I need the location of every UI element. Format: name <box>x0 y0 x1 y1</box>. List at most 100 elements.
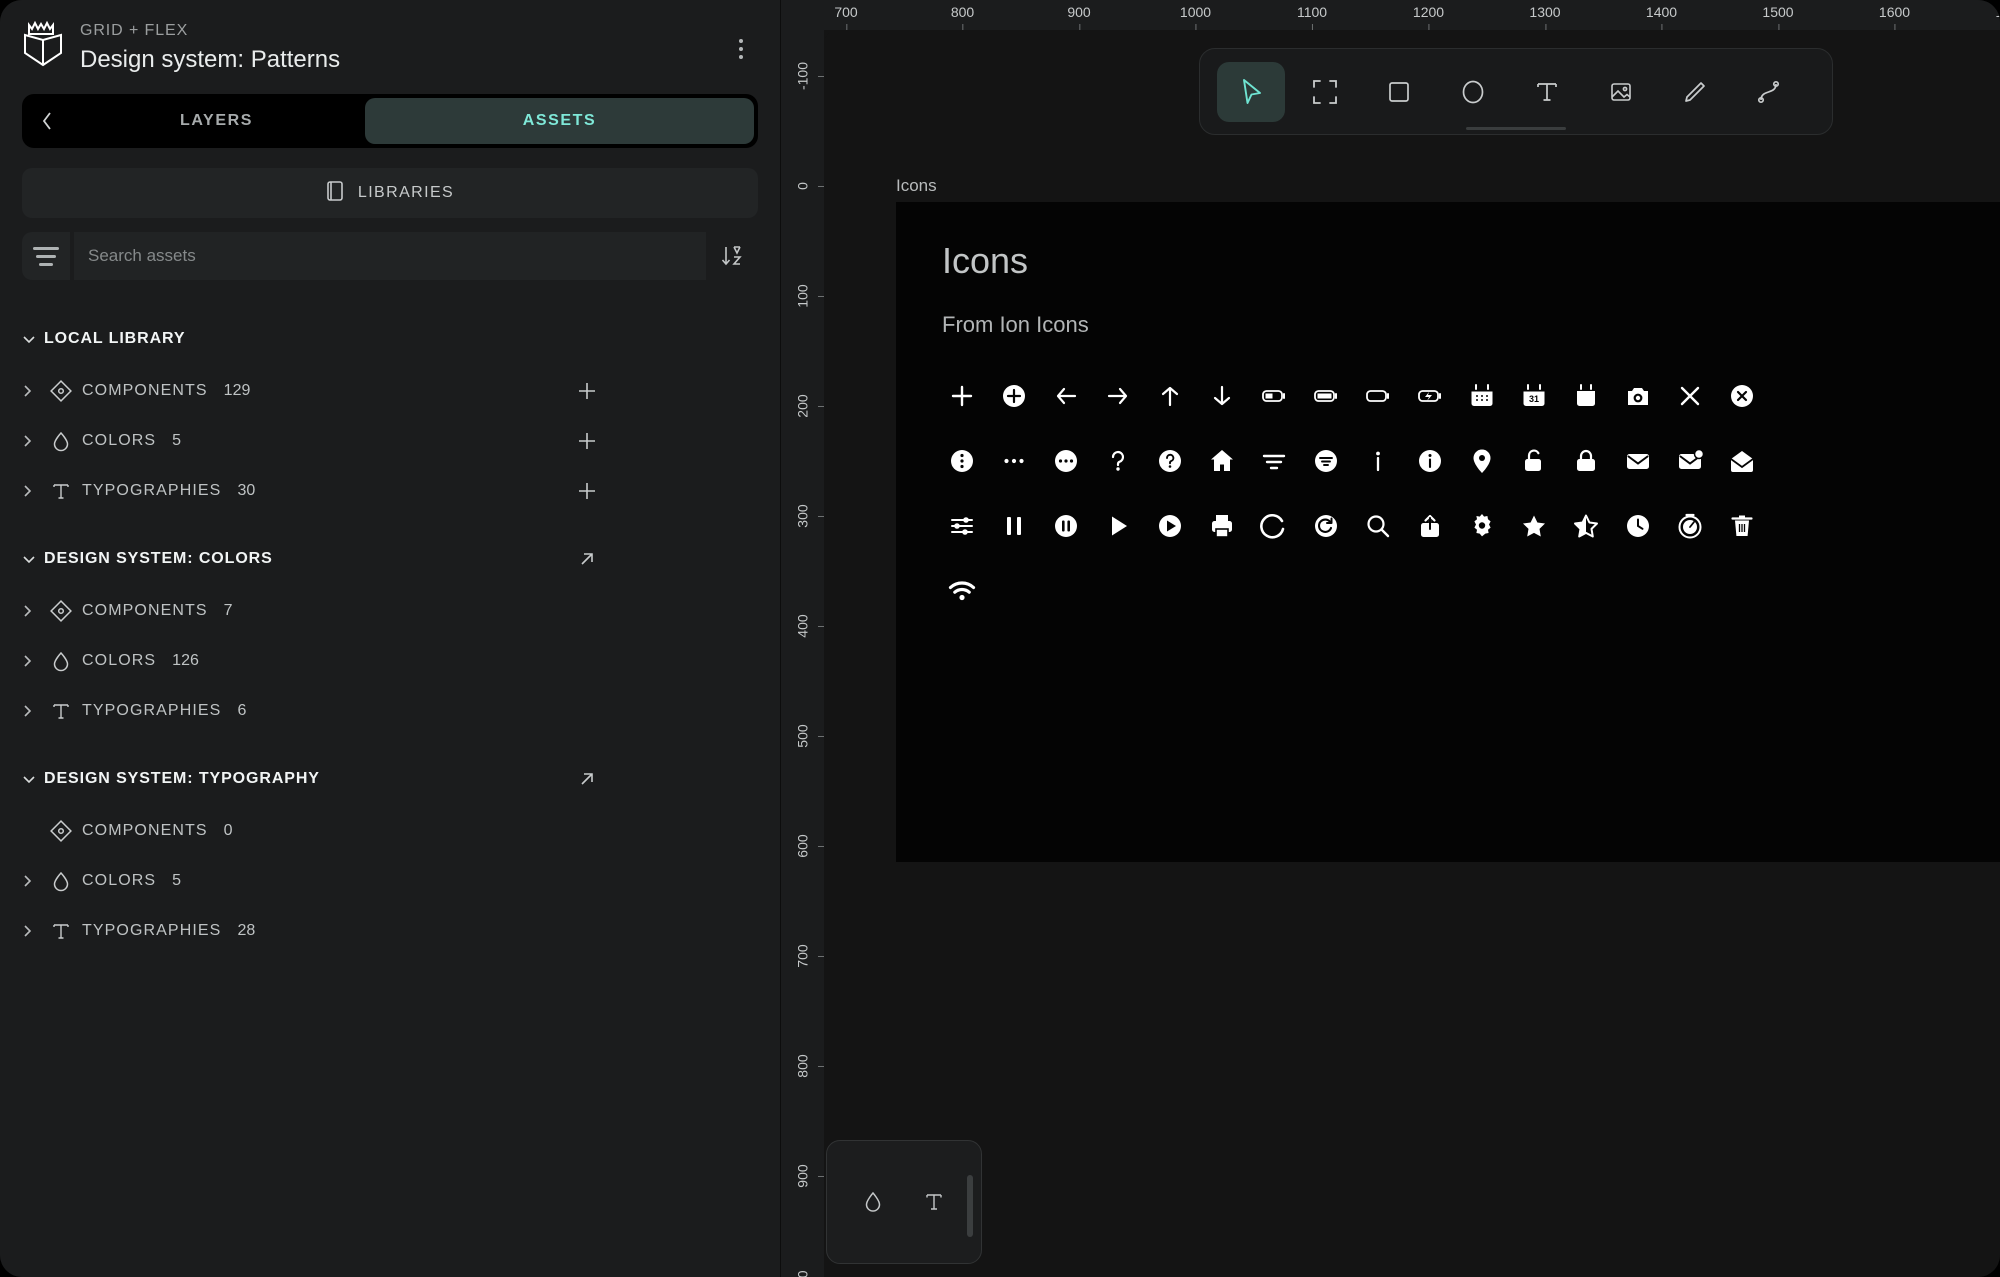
options-sliders-icon[interactable] <box>936 500 988 552</box>
chevron-right-icon[interactable] <box>22 384 44 398</box>
lock-open-icon[interactable] <box>1508 435 1560 487</box>
select-pointer-tool[interactable] <box>1217 61 1285 122</box>
search-input[interactable] <box>88 246 692 266</box>
arrow-up-icon[interactable] <box>1144 370 1196 422</box>
chevron-right-icon[interactable] <box>22 874 44 888</box>
group-header[interactable]: DESIGN SYSTEM: TYPOGRAPHY <box>0 762 780 796</box>
plus-icon[interactable] <box>572 476 602 506</box>
help-icon[interactable] <box>1092 435 1144 487</box>
ellipsis-horizontal-circle-icon[interactable] <box>1040 435 1092 487</box>
group-header[interactable]: DESIGN SYSTEM: COLORS <box>0 542 780 576</box>
search-box[interactable] <box>74 232 706 280</box>
tab-assets[interactable]: ASSETS <box>365 98 754 144</box>
rectangle-tool[interactable] <box>1365 62 1433 122</box>
close-circle-icon[interactable] <box>1716 370 1768 422</box>
chevron-right-icon[interactable] <box>22 484 44 498</box>
settings-gear-icon[interactable] <box>1456 500 1508 552</box>
close-icon[interactable] <box>1664 370 1716 422</box>
ellipse-tool[interactable] <box>1439 62 1507 122</box>
chevron-right-icon[interactable] <box>22 434 44 448</box>
design-canvas[interactable]: Icons Icons From Ion Icons 31 <box>824 30 2000 1277</box>
chevron-right-icon[interactable] <box>22 704 44 718</box>
horizontal-ruler[interactable]: 700 800 900 1000 1100 1200 1300 1400 1500 1600 170… <box>781 0 2000 30</box>
image-tool[interactable] <box>1587 62 1655 122</box>
home-icon[interactable] <box>1196 435 1248 487</box>
camera-icon[interactable] <box>1612 370 1664 422</box>
add-icon[interactable] <box>936 370 988 422</box>
mail-icon[interactable] <box>1612 435 1664 487</box>
share-icon[interactable] <box>1404 500 1456 552</box>
frame-name-label[interactable]: Icons <box>896 176 937 196</box>
toolbar-drag-handle[interactable] <box>1466 127 1566 130</box>
lock-closed-icon[interactable] <box>1560 435 1612 487</box>
location-icon[interactable] <box>1456 435 1508 487</box>
chevron-right-icon[interactable] <box>22 924 44 938</box>
trash-icon[interactable] <box>1716 500 1768 552</box>
frame-tool[interactable] <box>1291 62 1359 122</box>
battery-half-icon[interactable] <box>1248 370 1300 422</box>
star-icon[interactable] <box>1508 500 1560 552</box>
droplet-icon[interactable] <box>862 1190 884 1214</box>
chevron-left-icon[interactable] <box>26 98 68 144</box>
text-tool[interactable] <box>1513 62 1581 122</box>
pause-circle-icon[interactable] <box>1040 500 1092 552</box>
filter-lines-icon[interactable] <box>22 232 70 280</box>
list-item[interactable]: COLORS 126 <box>0 636 780 686</box>
plus-icon[interactable] <box>572 426 602 456</box>
arrow-back-icon[interactable] <box>1040 370 1092 422</box>
chevron-down-icon[interactable] <box>22 554 44 564</box>
mail-open-icon[interactable] <box>1716 435 1768 487</box>
artboard-frame[interactable]: Icons From Ion Icons 31 <box>896 202 2000 862</box>
floating-assets-mini-panel[interactable] <box>826 1140 982 1264</box>
play-icon[interactable] <box>1092 500 1144 552</box>
plus-icon[interactable] <box>572 376 602 406</box>
vertical-scrollbar[interactable] <box>967 1175 973 1237</box>
battery-full-icon[interactable] <box>1300 370 1352 422</box>
funnel-circle-icon[interactable] <box>1300 435 1352 487</box>
tab-layers[interactable]: LAYERS <box>68 98 365 144</box>
pause-icon[interactable] <box>988 500 1040 552</box>
list-item[interactable]: COLORS 5 <box>0 416 780 466</box>
arrow-forward-icon[interactable] <box>1092 370 1144 422</box>
calendar-clear-icon[interactable] <box>1560 370 1612 422</box>
funnel-icon[interactable] <box>1248 435 1300 487</box>
add-circle-icon[interactable] <box>988 370 1040 422</box>
list-item[interactable]: COLORS 5 <box>0 856 780 906</box>
list-item[interactable]: TYPOGRAPHIES 28 <box>0 906 780 956</box>
vertical-ruler[interactable]: -10001002003004005006007008009001000 <box>781 30 824 1277</box>
chevron-down-icon[interactable] <box>22 334 44 344</box>
mail-unread-icon[interactable] <box>1664 435 1716 487</box>
chevron-right-icon[interactable] <box>22 654 44 668</box>
ellipsis-horizontal-icon[interactable] <box>988 435 1040 487</box>
sort-alpha-desc-icon[interactable] <box>706 232 758 280</box>
list-item[interactable]: TYPOGRAPHIES 30 <box>0 466 780 516</box>
group-header[interactable]: LOCAL LIBRARY <box>0 322 780 356</box>
typography-t-icon[interactable] <box>922 1190 946 1214</box>
timer-icon[interactable] <box>1664 500 1716 552</box>
ellipsis-vertical-circle-icon[interactable] <box>936 435 988 487</box>
wifi-icon[interactable] <box>936 565 988 617</box>
help-circle-icon[interactable] <box>1144 435 1196 487</box>
libraries-button[interactable]: LIBRARIES <box>22 168 758 218</box>
arrow-down-icon[interactable] <box>1196 370 1248 422</box>
calendar-31-icon[interactable]: 31 <box>1508 370 1560 422</box>
search-icon[interactable] <box>1352 500 1404 552</box>
more-vertical-icon[interactable] <box>724 32 758 66</box>
open-external-icon[interactable] <box>572 544 602 574</box>
list-item[interactable]: TYPOGRAPHIES 6 <box>0 686 780 736</box>
list-item[interactable]: COMPONENTS 129 <box>0 366 780 416</box>
play-circle-icon[interactable] <box>1144 500 1196 552</box>
information-icon[interactable] <box>1352 435 1404 487</box>
path-tool[interactable] <box>1735 62 1803 122</box>
list-item[interactable]: COMPONENTS 7 <box>0 586 780 636</box>
time-icon[interactable] <box>1612 500 1664 552</box>
print-icon[interactable] <box>1196 500 1248 552</box>
refresh-circle-icon[interactable] <box>1300 500 1352 552</box>
chevron-right-icon[interactable] <box>22 604 44 618</box>
open-external-icon[interactable] <box>572 764 602 794</box>
battery-charging-icon[interactable] <box>1404 370 1456 422</box>
chevron-down-icon[interactable] <box>22 774 44 784</box>
star-half-icon[interactable] <box>1560 500 1612 552</box>
information-circle-icon[interactable] <box>1404 435 1456 487</box>
refresh-icon[interactable] <box>1248 500 1300 552</box>
